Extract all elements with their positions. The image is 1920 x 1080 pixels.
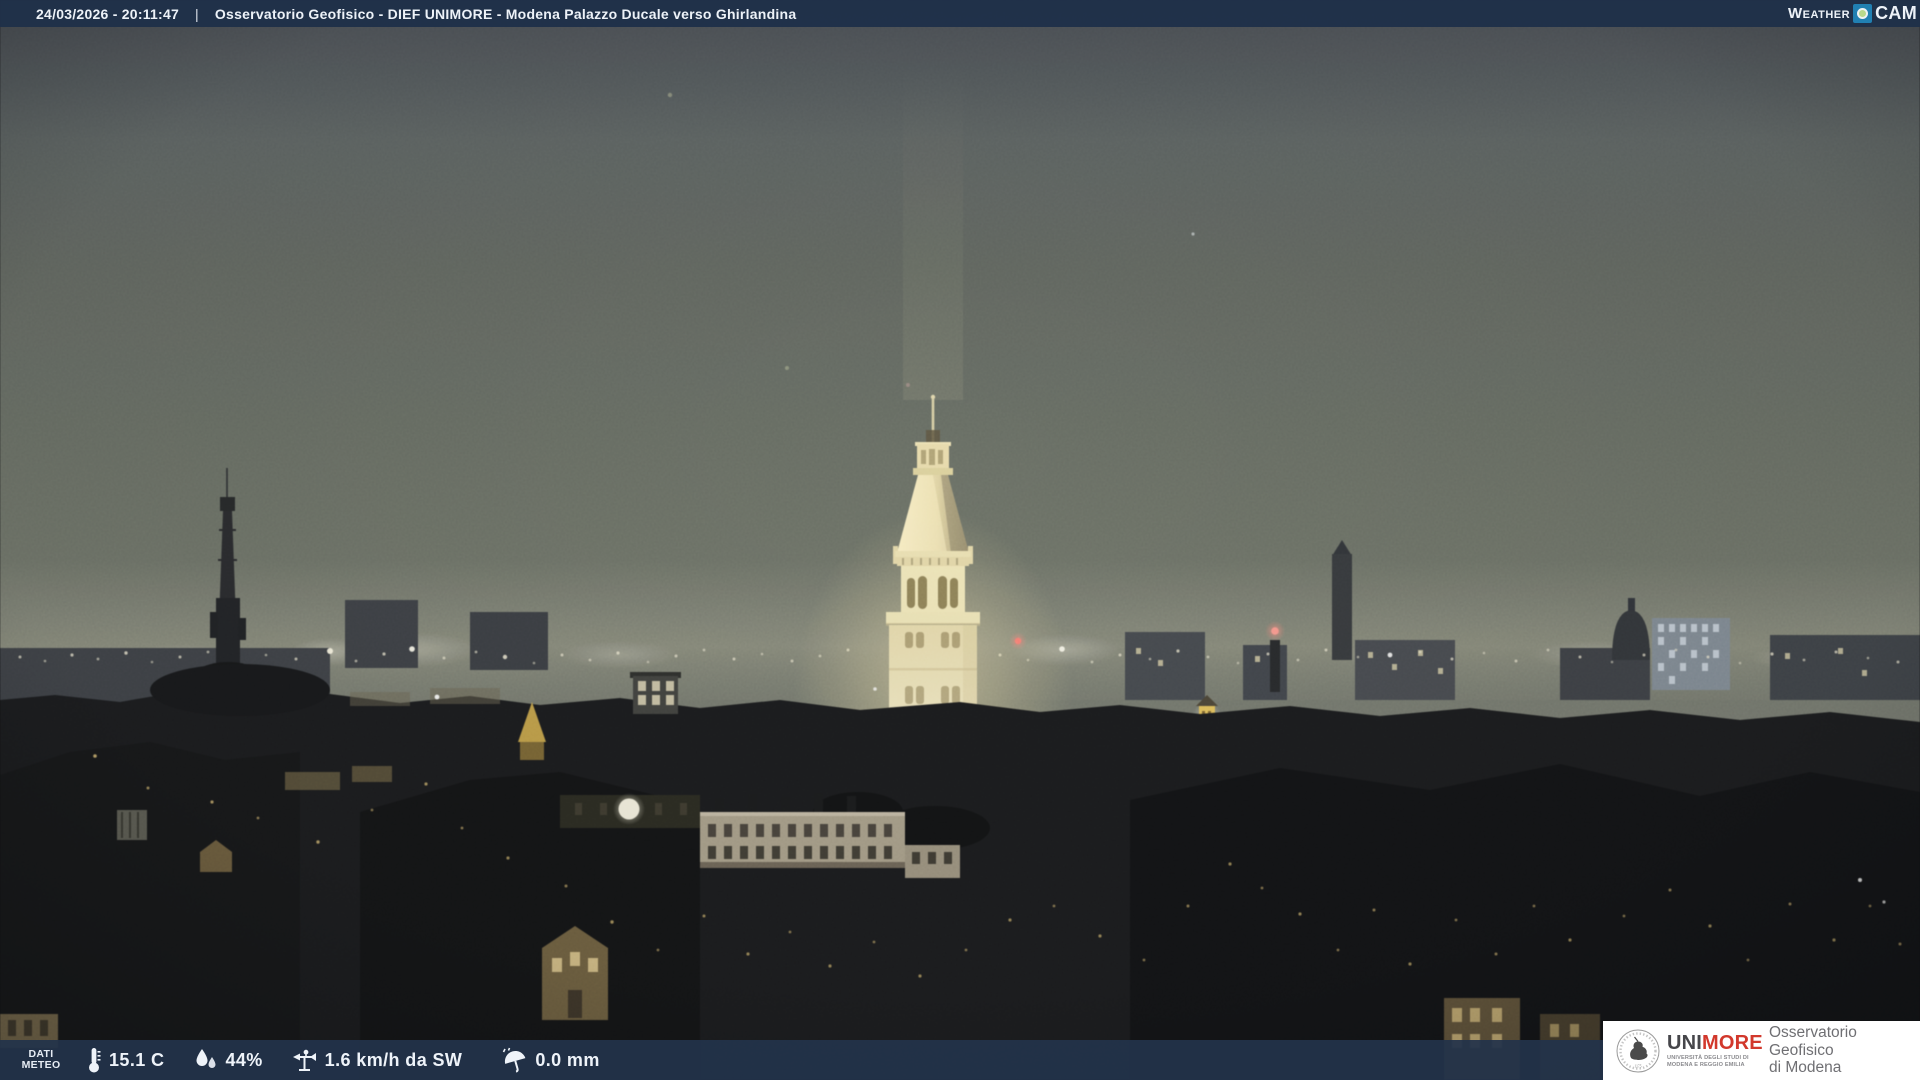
weathercam-logo: Weather CAM [1788, 3, 1920, 24]
wind-value: 1.6 km/h da SW [324, 1049, 463, 1070]
thermometer-icon [89, 1048, 101, 1073]
badge-line-2: METEO [21, 1059, 61, 1071]
camera-lens-icon [1853, 4, 1873, 23]
unimore-wordmark: UNIMORE [1667, 1032, 1763, 1055]
water-drops-icon [196, 1049, 216, 1068]
weathervane-icon [292, 1049, 316, 1071]
unimore-seal-icon: 1175 [1616, 1029, 1660, 1072]
camera-title: Osservatorio Geofisico - DIEF UNIMORE - … [214, 5, 797, 22]
unimore-wordmark-block: UNIMORE UNIVERSITÀ DEGLI STUDI DI MODENA… [1667, 1032, 1763, 1068]
wordmark-more: MORE [1702, 1032, 1763, 1055]
webcam-view: 24/03/2026 - 20:11:47 | Osservatorio Geo… [0, 0, 1920, 1080]
caption-line-2: MODENA E REGGIO EMILIA [1667, 1061, 1745, 1068]
rain-reading: 0.0 mm [502, 1047, 599, 1074]
datetime-label: 24/03/2026 - 20:11:47 [36, 5, 180, 22]
temperature-value: 15.1 C [109, 1049, 165, 1070]
wordmark-uni: UNI [1667, 1032, 1703, 1055]
humidity-value: 44% [225, 1049, 263, 1070]
caption-line-1: UNIVERSITÀ DEGLI STUDI DI [1667, 1055, 1749, 1062]
city-night-photo [0, 0, 1920, 1080]
vignette [0, 0, 1920, 1080]
logo-cam-text: CAM [1875, 3, 1917, 23]
wind-reading: 1.6 km/h da SW [291, 1047, 463, 1074]
umbrella-icon [503, 1047, 526, 1073]
humidity-reading: 44% [194, 1047, 262, 1073]
rain-value: 0.0 mm [535, 1049, 600, 1070]
dati-meteo-badge: DATI METEO [16, 1049, 66, 1071]
seal-year: 1175 [1634, 1064, 1641, 1068]
top-overlay-bar: 24/03/2026 - 20:11:47 | Osservatorio Geo… [0, 0, 1920, 27]
observatory-line-1: Osservatorio Geofisico [1769, 1024, 1857, 1059]
observatory-name: Osservatorio Geofisico di Modena [1769, 1024, 1920, 1077]
unimore-brand-box: 1175 UNIMORE UNIVERSITÀ DEGLI STUDI DI M… [1603, 1021, 1920, 1080]
university-caption: UNIVERSITÀ DEGLI STUDI DI MODENA E REGGI… [1667, 1055, 1761, 1068]
temperature-reading: 15.1 C [86, 1046, 164, 1074]
logo-weather-text: Weather [1788, 5, 1851, 22]
separator: | [195, 5, 199, 22]
observatory-line-2: di Modena [1769, 1059, 1842, 1077]
